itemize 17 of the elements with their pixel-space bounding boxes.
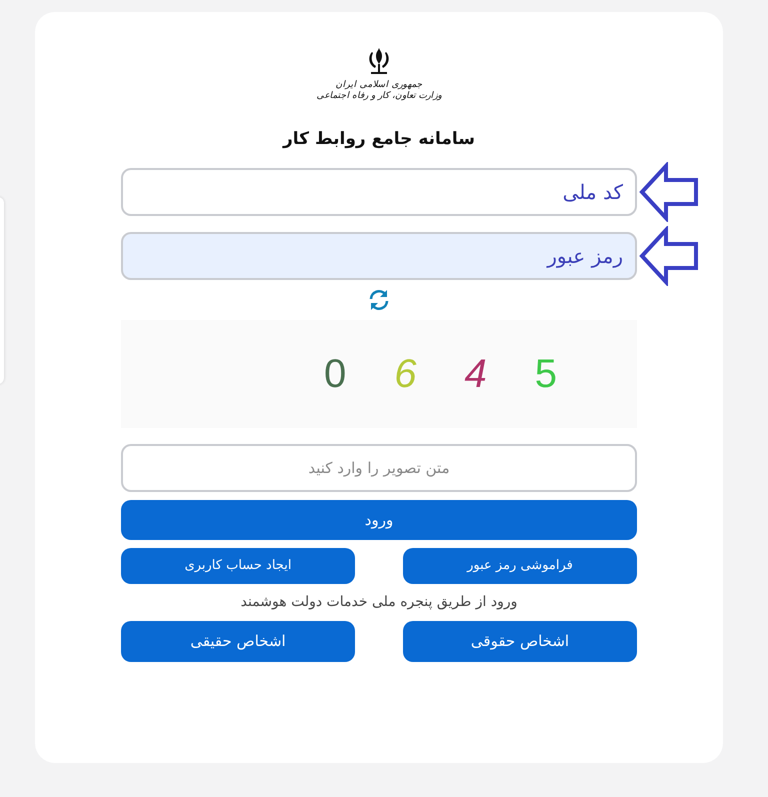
input-field[interactable]: کد ملی [121, 168, 637, 216]
captcha-digit: 0 [324, 354, 346, 394]
account-button[interactable]: فراموشی رمز عبور [403, 548, 637, 584]
logo-text: وزارت تعاون، کار و رفاه اجتماعی [316, 91, 442, 102]
input-field[interactable]: رمز عبور [121, 232, 637, 280]
login-button[interactable]: ورود [121, 500, 637, 540]
captcha-digit: 5 [534, 354, 557, 394]
captcha-digit: 4 [464, 354, 487, 394]
gov-login-text: ورود از طریق پنجره ملی خدمات دولت هوشمند [240, 593, 518, 612]
gov-login-button[interactable]: اشخاص حقوقی [403, 621, 637, 662]
system-title: سامانه جامع روابط کار [282, 128, 476, 150]
logo-text: جمهوری اسلامی ایران [334, 80, 424, 91]
captcha-digit: 6 [394, 354, 416, 394]
account-button[interactable]: ایجاد حساب کاربری [121, 548, 355, 584]
gov-login-button[interactable]: اشخاص حقیقی [121, 621, 355, 662]
refresh-icon[interactable] [367, 288, 391, 312]
captcha-field[interactable]: متن تصویر را وارد کنید [121, 444, 637, 492]
